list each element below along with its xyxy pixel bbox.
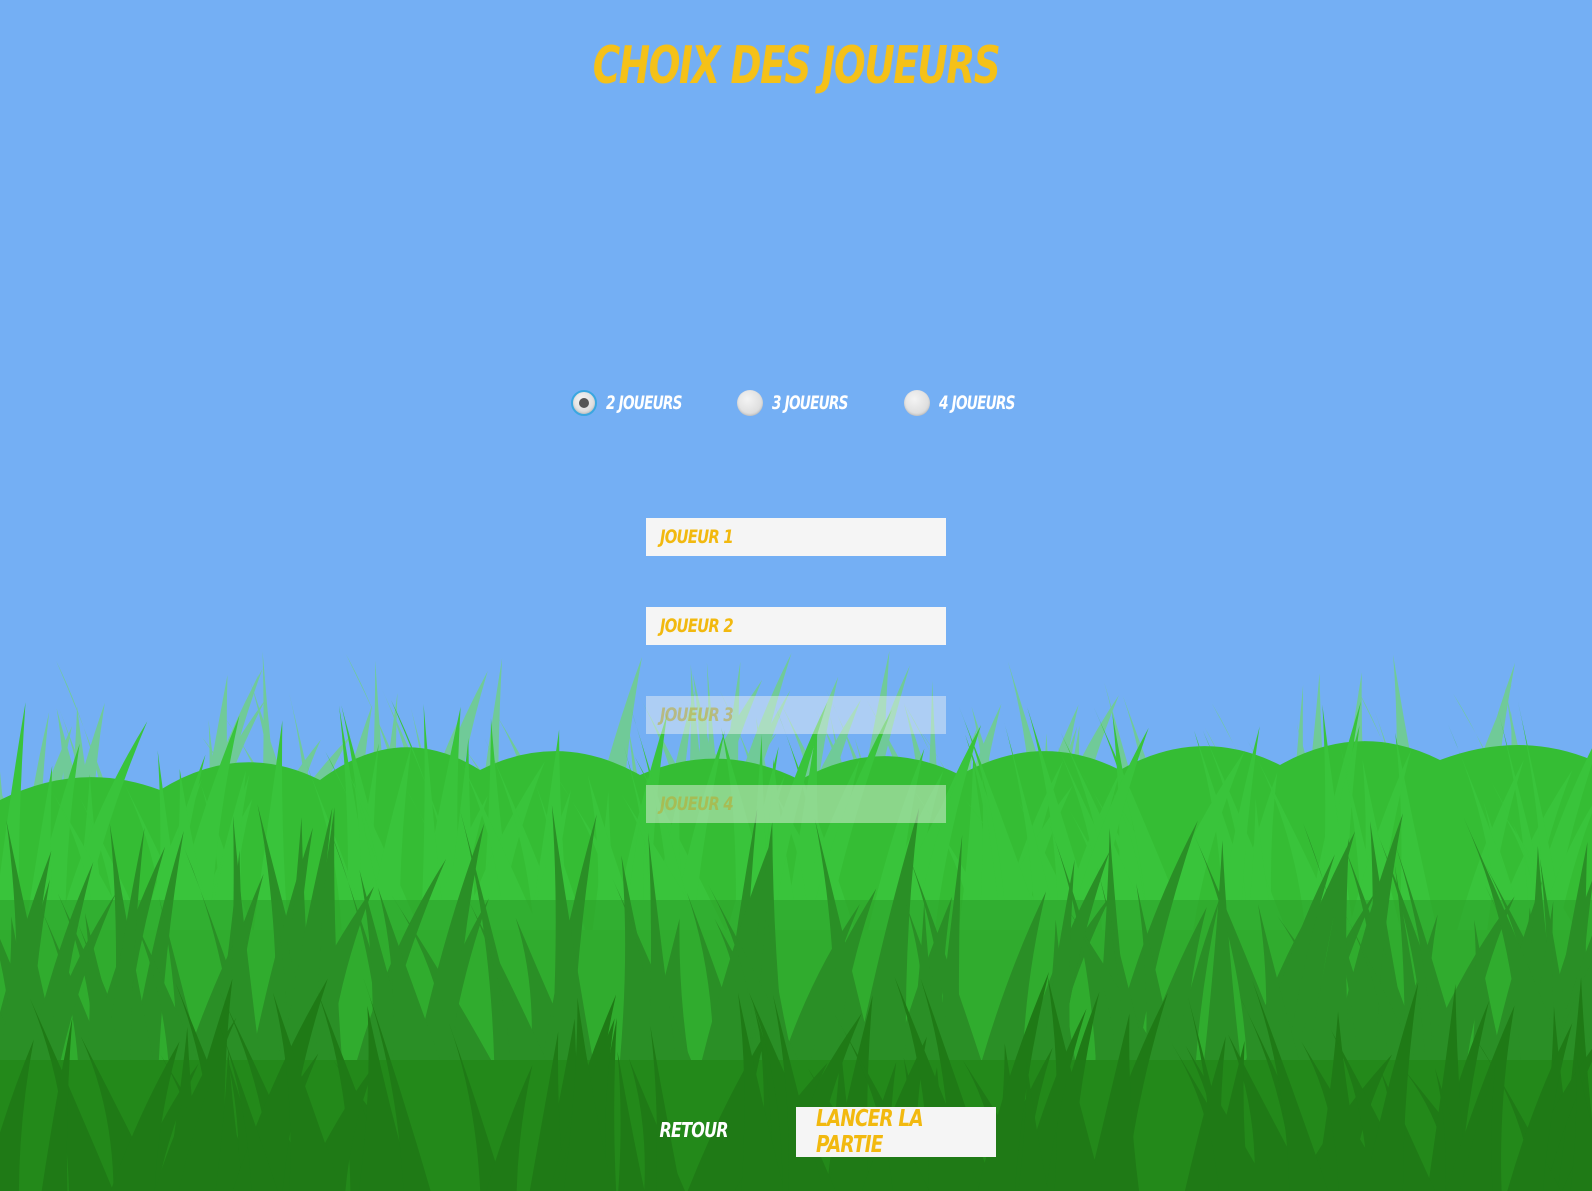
radio-button[interactable]: [737, 390, 763, 416]
radio-2-players[interactable]: 2 JOUEURS: [571, 386, 701, 420]
player-1-placeholder: JOUEUR 1: [660, 526, 734, 548]
radio-4-players[interactable]: 4 JOUEURS: [904, 386, 1034, 420]
grass-background: [0, 650, 1592, 1191]
game-scene: CHOIX DES JOUEURS 2 JOUEURS 3 JOUEURS 4 …: [0, 0, 1592, 1191]
launch-game-button-label: LANCER LA PARTIE: [816, 1106, 924, 1158]
radio-label: 3 JOUEURS: [772, 392, 849, 414]
radio-label: 4 JOUEURS: [939, 392, 1016, 414]
radio-label: 2 JOUEURS: [606, 392, 683, 414]
radio-button-checked[interactable]: [571, 390, 597, 416]
player-3-input: JOUEUR 3: [646, 696, 946, 734]
back-button-label: RETOUR: [659, 1118, 729, 1142]
player-4-placeholder: JOUEUR 4: [660, 793, 734, 815]
launch-game-button[interactable]: LANCER LA PARTIE: [796, 1106, 996, 1158]
player-2-placeholder: JOUEUR 2: [660, 615, 734, 637]
back-button[interactable]: RETOUR: [654, 1110, 734, 1150]
player-count-selector: 2 JOUEURS 3 JOUEURS 4 JOUEURS: [0, 386, 1592, 420]
player-1-input[interactable]: JOUEUR 1: [646, 518, 946, 556]
player-2-input[interactable]: JOUEUR 2: [646, 607, 946, 645]
player-3-placeholder: JOUEUR 3: [660, 704, 734, 726]
page-title: CHOIX DES JOUEURS: [592, 36, 1001, 96]
radio-3-players[interactable]: 3 JOUEURS: [737, 386, 867, 420]
player-4-input: JOUEUR 4: [646, 785, 946, 823]
radio-button[interactable]: [904, 390, 930, 416]
